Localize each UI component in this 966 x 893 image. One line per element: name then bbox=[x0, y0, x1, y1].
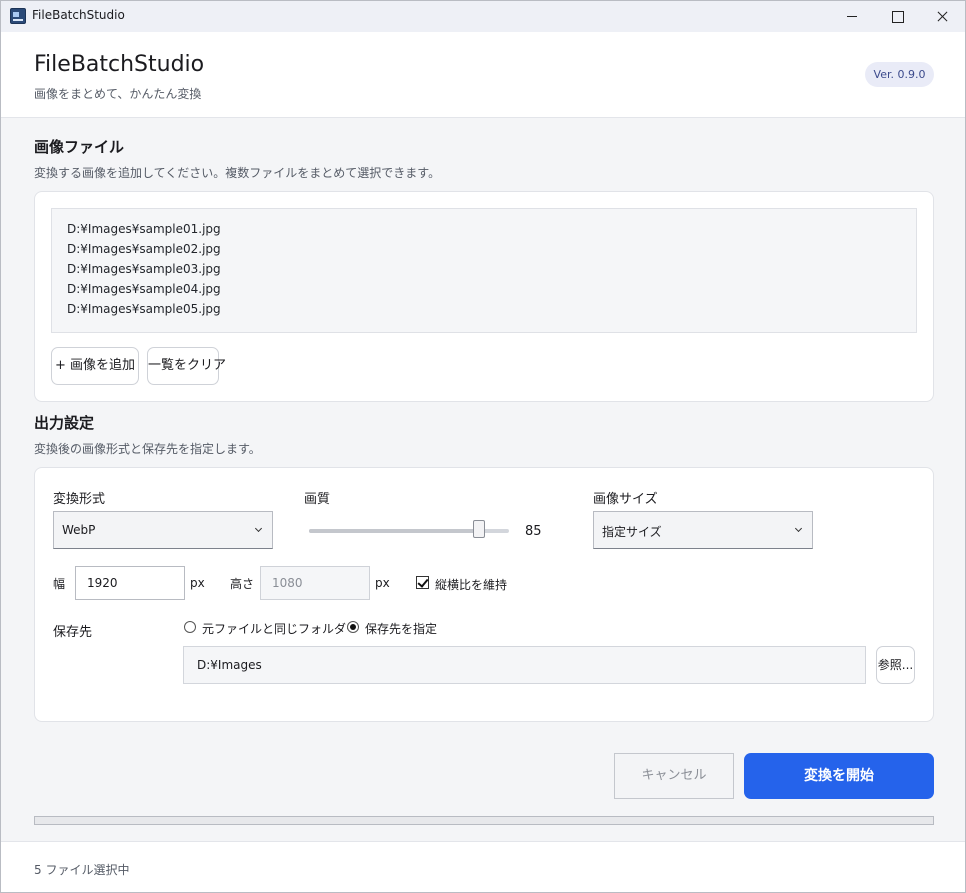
add-image-button[interactable]: + 画像を追加 bbox=[51, 347, 139, 385]
app-icon bbox=[10, 8, 26, 24]
destination-path-input[interactable]: D:¥Images bbox=[183, 646, 866, 684]
width-unit: px bbox=[190, 576, 205, 590]
images-section-description: 変換する画像を追加してください。複数ファイルをまとめて選択できます。 bbox=[34, 166, 441, 180]
image-size-label: 画像サイズ bbox=[593, 492, 658, 507]
version-badge: Ver. 0.9.0 bbox=[865, 62, 934, 87]
output-section-title: 出力設定 bbox=[34, 414, 95, 432]
app-header: FileBatchStudio 画像をまとめて、かんたん変換 Ver. 0.9.… bbox=[1, 32, 965, 118]
file-list-item[interactable]: D:¥Images¥sample04.jpg bbox=[67, 282, 221, 296]
width-label: 幅 bbox=[53, 577, 66, 591]
browse-button[interactable]: 参照... bbox=[876, 646, 915, 684]
app-subtitle: 画像をまとめて、かんたん変換 bbox=[34, 87, 202, 101]
output-section-description: 変換後の画像形式と保存先を指定します。 bbox=[34, 442, 261, 456]
height-label: 高さ bbox=[230, 577, 255, 591]
file-list-item[interactable]: D:¥Images¥sample05.jpg bbox=[67, 302, 221, 316]
app-title: FileBatchStudio bbox=[34, 52, 205, 77]
file-list[interactable]: D:¥Images¥sample01.jpg D:¥Images¥sample0… bbox=[51, 208, 917, 333]
radio-same-folder-label[interactable]: 元ファイルと同じフォルダー bbox=[202, 620, 358, 637]
images-section-title: 画像ファイル bbox=[34, 138, 125, 156]
clear-list-button[interactable]: 一覧をクリア bbox=[147, 347, 226, 385]
output-card: 変換形式 WebP 画質 85 画像サイズ 指定サイズ 幅 1920 px 高さ… bbox=[34, 467, 934, 722]
start-conversion-button[interactable]: 変換を開始 bbox=[744, 753, 934, 799]
quality-value: 85 bbox=[525, 524, 542, 539]
progress-bar bbox=[34, 816, 934, 825]
title-bar[interactable]: FileBatchStudio bbox=[1, 1, 965, 32]
image-size-select[interactable]: 指定サイズ bbox=[593, 511, 813, 549]
chevron-down-icon bbox=[794, 524, 803, 533]
chevron-down-icon bbox=[254, 524, 263, 533]
quality-slider-thumb[interactable] bbox=[473, 520, 485, 538]
cancel-button[interactable]: キャンセル bbox=[614, 753, 734, 799]
keep-aspect-label[interactable]: 縦横比を維持 bbox=[435, 576, 507, 593]
status-bar: 5 ファイル選択中 bbox=[1, 841, 965, 892]
height-input[interactable]: 1080 bbox=[260, 566, 370, 600]
keep-aspect-checkbox[interactable] bbox=[416, 576, 429, 589]
width-input[interactable]: 1920 bbox=[75, 566, 185, 600]
images-card: D:¥Images¥sample01.jpg D:¥Images¥sample0… bbox=[34, 191, 934, 402]
height-unit: px bbox=[375, 576, 390, 590]
file-list-item[interactable]: D:¥Images¥sample01.jpg bbox=[67, 222, 221, 236]
format-select-value: WebP bbox=[62, 523, 96, 537]
radio-same-folder[interactable] bbox=[184, 621, 196, 633]
destination-label: 保存先 bbox=[53, 625, 93, 640]
window-title: FileBatchStudio bbox=[32, 8, 125, 22]
file-list-item[interactable]: D:¥Images¥sample02.jpg bbox=[67, 242, 221, 256]
maximize-button[interactable] bbox=[874, 1, 920, 32]
close-button[interactable] bbox=[919, 1, 965, 32]
format-label: 変換形式 bbox=[53, 492, 106, 507]
minimize-button[interactable] bbox=[829, 1, 875, 32]
status-text: 5 ファイル選択中 bbox=[34, 863, 130, 877]
format-select[interactable]: WebP bbox=[53, 511, 273, 549]
app-window: FileBatchStudio FileBatchStudio 画像をまとめて、… bbox=[0, 0, 966, 893]
radio-custom-destination-label[interactable]: 保存先を指定 bbox=[365, 620, 437, 637]
file-list-item[interactable]: D:¥Images¥sample03.jpg bbox=[67, 262, 221, 276]
radio-custom-destination[interactable] bbox=[347, 621, 359, 633]
quality-slider-fill bbox=[309, 529, 479, 533]
image-size-select-value: 指定サイズ bbox=[602, 525, 662, 539]
quality-label: 画質 bbox=[304, 492, 331, 507]
